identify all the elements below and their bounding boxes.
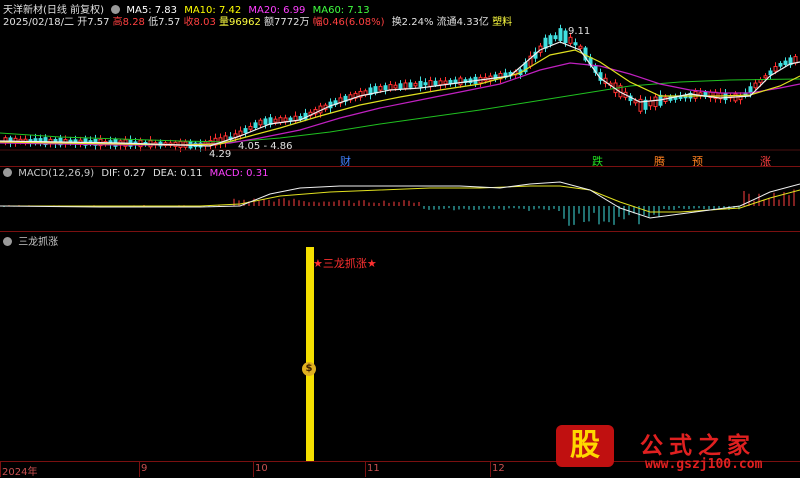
candle-body <box>403 82 408 89</box>
settings-circle-icon[interactable] <box>3 237 12 246</box>
macd-histogram <box>3 189 795 226</box>
axis-tick <box>490 461 491 477</box>
ma20-line <box>0 62 800 146</box>
candle-body <box>548 35 553 45</box>
candle-body <box>568 36 573 44</box>
candle-body <box>373 86 378 94</box>
candle-body <box>273 118 278 123</box>
candle-body <box>393 84 398 89</box>
price-chart[interactable] <box>0 0 800 168</box>
macd-title[interactable]: MACD(12,26,9) <box>18 168 94 179</box>
axis-tick <box>253 461 254 477</box>
watermark-name: 公式之家 <box>640 432 756 459</box>
candle-body <box>398 83 403 89</box>
candle-body <box>413 82 418 87</box>
macd-header: MACD(12,26,9) DIF: 0.27 DEA: 0.11 MACD: … <box>3 168 268 179</box>
candle-body <box>578 45 583 49</box>
divider <box>0 166 800 167</box>
candle-body <box>248 125 253 130</box>
candle-body <box>278 117 283 124</box>
candle-body <box>258 119 263 126</box>
peak-annotation: 9.11 <box>568 26 591 37</box>
signal-bar <box>306 247 314 461</box>
candle-body <box>633 100 638 104</box>
axis-label: 9 <box>141 463 148 474</box>
macd-dif: DIF: 0.27 <box>101 168 146 179</box>
macd-dea: DEA: 0.11 <box>152 168 203 179</box>
candle-body <box>263 118 268 125</box>
candle-body <box>768 70 773 76</box>
candle-body <box>388 84 393 91</box>
candle-body <box>653 96 658 108</box>
axis-label: 12 <box>492 463 505 474</box>
macd-chart[interactable] <box>0 180 800 230</box>
watermark-url: www.gszj100.com <box>645 457 763 472</box>
axis-label: 10 <box>255 463 268 474</box>
watermark-logo-icon: 股 <box>556 425 614 467</box>
indicator-header: 三龙抓涨 <box>3 233 58 248</box>
axis-tick <box>139 461 140 477</box>
axis-tick <box>365 461 366 477</box>
candle-body <box>438 80 443 86</box>
candle-body <box>573 42 578 46</box>
axis-label: 2024年 <box>2 467 38 478</box>
candle-body <box>563 30 568 44</box>
candle-body <box>253 122 258 129</box>
candle-body <box>458 77 463 86</box>
divider <box>0 231 800 232</box>
candle-body <box>428 80 433 87</box>
candle-body <box>773 66 778 72</box>
candle-body <box>238 130 243 136</box>
low-annotation: 4.29 <box>209 149 232 160</box>
candle-body <box>443 80 448 85</box>
signal-label: ★三龙抓涨★ <box>313 257 377 270</box>
candle-body <box>753 82 758 89</box>
candle-body <box>778 62 783 67</box>
macd-value: MACD: 0.31 <box>209 168 269 179</box>
dea-line <box>0 185 800 213</box>
range-annotation: 4.05 - 4.86 <box>238 141 293 152</box>
candle-body <box>378 85 383 91</box>
candle-body <box>288 117 293 121</box>
axis-tick <box>0 461 1 477</box>
indicator-title[interactable]: 三龙抓涨 <box>18 237 58 248</box>
candle-body <box>558 28 563 41</box>
candle-body <box>783 60 788 65</box>
candle-body <box>793 56 798 64</box>
dif-line <box>0 181 800 219</box>
candlestick-series <box>3 24 798 153</box>
candle-body <box>283 117 288 122</box>
candle-body <box>418 80 423 88</box>
candle-body <box>383 85 388 90</box>
candle-body <box>408 82 413 88</box>
axis-label: 11 <box>367 463 380 474</box>
candle-body <box>423 82 428 86</box>
settings-circle-icon[interactable] <box>3 168 12 177</box>
candle-body <box>763 75 768 79</box>
candle-body <box>243 128 248 133</box>
candle-body <box>553 35 558 40</box>
coin-icon: $ <box>302 362 316 376</box>
candle-body <box>748 86 753 94</box>
candle-body <box>543 37 548 49</box>
candle-body <box>433 80 438 86</box>
